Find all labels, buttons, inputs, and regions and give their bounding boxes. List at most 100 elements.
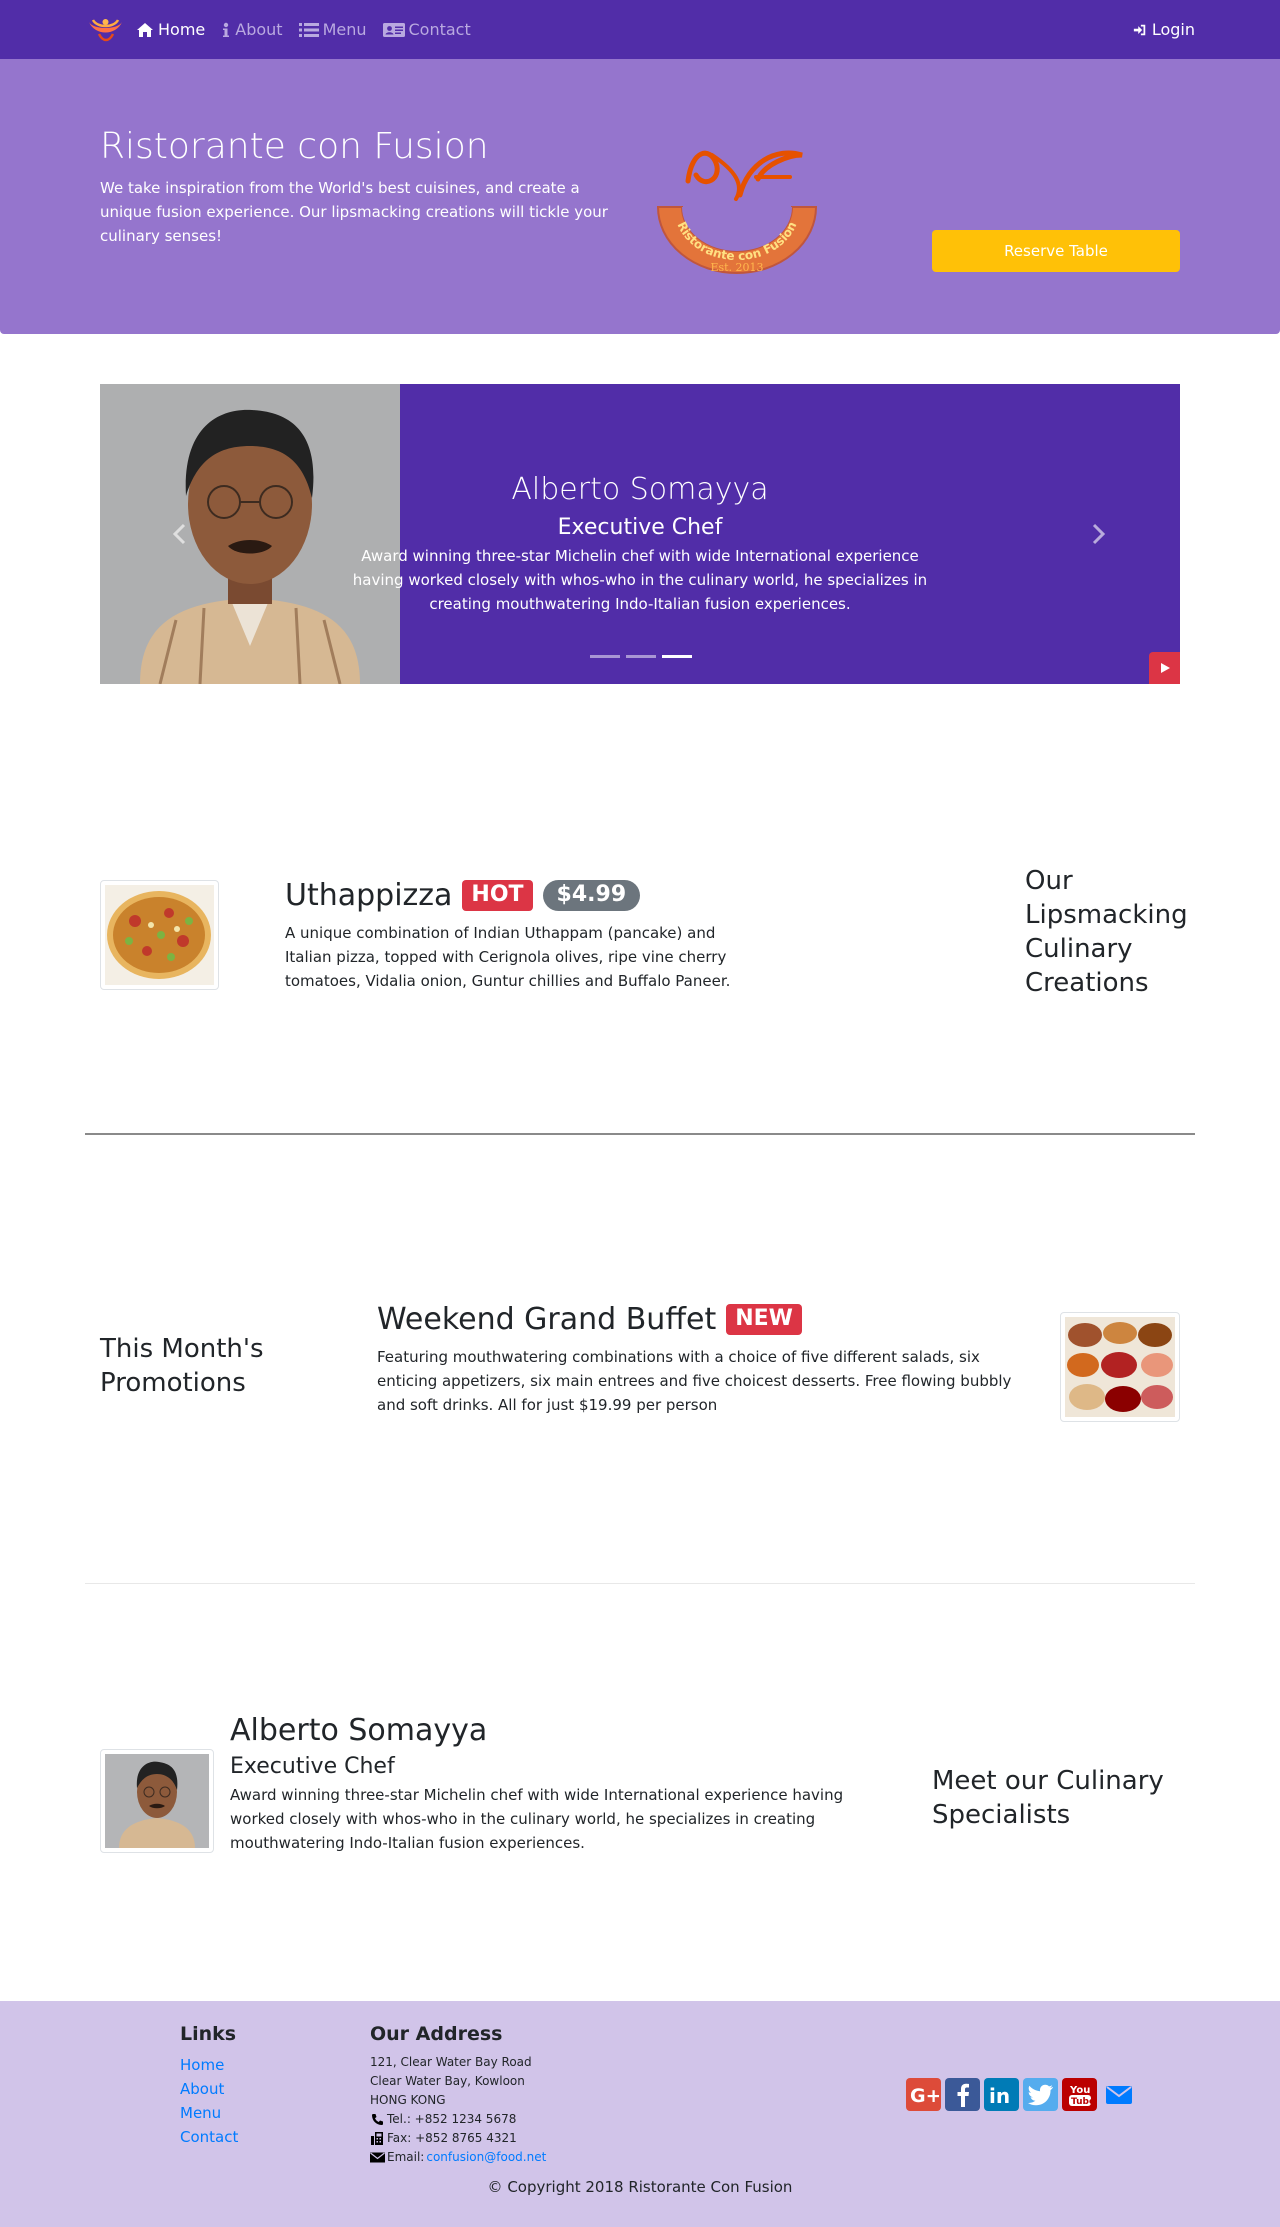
carousel-subtitle: Executive Chef (557, 515, 723, 540)
google-plus-icon: G+ (910, 2085, 939, 2106)
fax-icon (371, 2132, 383, 2145)
mail-button[interactable] (1101, 2078, 1136, 2111)
dish-name: Uthappizza (285, 878, 453, 913)
brand-logo[interactable] (85, 14, 126, 46)
price-badge: $4.99 (542, 880, 641, 911)
linkedin-button[interactable]: in (984, 2078, 1019, 2111)
address-block: 121, Clear Water Bay Road Clear Water Ba… (370, 2053, 546, 2167)
twitter-icon (1027, 2084, 1053, 2105)
footer-link-item: Menu (180, 2101, 238, 2125)
logo-est: Est. 2013 (710, 261, 763, 274)
new-badge: NEW (726, 1304, 802, 1335)
svg-text:in: in (989, 2084, 1010, 2107)
uthappizza-image (105, 885, 214, 985)
nav-item-home[interactable]: Home (136, 20, 205, 39)
reserve-table-button[interactable]: Reserve Table (932, 230, 1180, 272)
footer-address: Our Address 121, Clear Water Bay Road Cl… (370, 2023, 546, 2167)
tel-line: Tel.: +852 1234 5678 (370, 2110, 546, 2129)
leader-photo (105, 1754, 209, 1848)
copyright-text: © Copyright 2018 Ristorante Con Fusion (487, 2178, 793, 2196)
address-line: HONG KONG (370, 2093, 446, 2107)
address-line: Clear Water Bay, Kowloon (370, 2074, 525, 2088)
restaurant-logo: Ristorante con Fusion Est. 2013 (656, 150, 818, 274)
list-icon (298, 22, 319, 37)
sign-in-icon (1133, 24, 1146, 35)
carousel-title: Alberto Somayya (511, 472, 769, 507)
fax-text: Fax: +852 8765 4321 (387, 2131, 517, 2145)
dish-description: A unique combination of Indian Uthappam … (285, 924, 731, 990)
leader-section: Alberto Somayya Executive Chef Award win… (0, 1713, 1280, 1883)
footer-link-item: Contact (180, 2125, 238, 2149)
promotion-title-row: Weekend Grand Buffet NEW (377, 1302, 1042, 1337)
carousel-indicator-2[interactable] (626, 655, 656, 658)
facebook-icon (957, 2083, 969, 2107)
leader-description: Award winning three-star Michelin chef w… (230, 1786, 844, 1852)
section-divider-light (85, 1583, 1195, 1584)
dish-title-row: Uthappizza HOT $4.99 (285, 878, 765, 913)
carousel-indicators (590, 655, 692, 658)
info-icon (223, 22, 230, 37)
facebook-button[interactable] (945, 2078, 980, 2111)
svg-text:G+: G+ (910, 2085, 939, 2106)
dish-section: Uthappizza HOT $4.99 A unique combinatio… (0, 866, 1280, 1008)
dish-thumbnail (100, 880, 219, 990)
social-buttons: G+ in You Tube (906, 2078, 1136, 2111)
carousel: Alberto Somayya Executive Chef Award win… (100, 384, 1180, 684)
promotion-name: Weekend Grand Buffet (377, 1302, 717, 1337)
login-label: Login (1151, 20, 1195, 39)
leader-name: Alberto Somayya (230, 1713, 488, 1748)
address-line: 121, Clear Water Bay Road (370, 2055, 532, 2069)
restaurant-title: Ristorante con Fusion (100, 126, 489, 167)
promotion-thumbnail (1060, 1312, 1180, 1422)
nav-item-menu[interactable]: Menu (298, 20, 367, 39)
play-icon (1160, 663, 1170, 673)
envelope-icon (370, 2152, 385, 2163)
linkedin-icon: in (989, 2084, 1010, 2107)
leader-thumbnail (100, 1749, 214, 1853)
nav-item-about[interactable]: About (221, 20, 283, 39)
footer-links: Links Home About Menu Contact (180, 2023, 238, 2149)
carousel-indicator-3[interactable] (662, 655, 692, 658)
promotion-description: Featuring mouthwatering combinations wit… (377, 1348, 1012, 1414)
carousel-caption: Alberto Somayya Executive Chef Award win… (350, 472, 930, 616)
twitter-button[interactable] (1023, 2078, 1058, 2111)
tel-text: Tel.: +852 1234 5678 (387, 2112, 517, 2126)
buffet-image (1065, 1317, 1175, 1417)
footer-links-list: Home About Menu Contact (180, 2053, 238, 2149)
svg-text:You: You (1069, 2085, 1090, 2096)
section-divider (85, 1133, 1195, 1135)
email-link[interactable]: confusion@food.net (426, 2148, 546, 2167)
leader-designation: Executive Chef (230, 1754, 395, 1779)
youtube-icon: YouTube (1068, 2085, 1093, 2107)
dish-section-heading: Our Lipsmacking Culinary Creations (1025, 866, 1188, 998)
nav-item-contact[interactable]: Contact (382, 20, 471, 39)
carousel-next-icon[interactable] (1088, 522, 1108, 546)
address-card-icon (382, 22, 405, 37)
login-button[interactable]: Login (1133, 20, 1195, 39)
promotion-section-heading: This Month's Promotions (100, 1334, 264, 1398)
fax-line: Fax: +852 8765 4321 (370, 2129, 546, 2148)
jumbotron-text: Ristorante con Fusion We take inspiratio… (100, 125, 610, 248)
footer-link-item: About (180, 2077, 238, 2101)
mail-icon (1105, 2085, 1132, 2104)
youtube-button[interactable]: You Tube (1062, 2078, 1097, 2111)
hot-badge: HOT (462, 880, 533, 911)
nav-item-label: Home (158, 20, 206, 39)
footer-link-home[interactable]: Home (180, 2056, 224, 2074)
footer-link-menu[interactable]: Menu (180, 2104, 221, 2122)
email-label: Email: (387, 2150, 425, 2164)
promotion-section: This Month's Promotions Weekend Grand Bu… (0, 1302, 1280, 1432)
carousel-prev-icon[interactable] (170, 522, 190, 546)
google-plus-button[interactable]: G+ (906, 2078, 941, 2111)
leader-section-heading: Meet our Culinary Specialists (932, 1766, 1164, 1830)
phone-icon (372, 2114, 383, 2125)
footer-links-heading: Links (180, 2023, 237, 2045)
carousel-play-button[interactable] (1149, 652, 1180, 684)
jumbotron: Ristorante con Fusion We take inspiratio… (0, 59, 1280, 334)
footer-link-contact[interactable]: Contact (180, 2128, 238, 2146)
footer-link-about[interactable]: About (180, 2080, 224, 2098)
promotion-body: Weekend Grand Buffet NEW Featuring mouth… (377, 1302, 1042, 1417)
navbar: Home About Menu Contact Login (0, 0, 1280, 59)
carousel-indicator-1[interactable] (590, 655, 620, 658)
svg-text:Tube: Tube (1071, 2097, 1093, 2107)
